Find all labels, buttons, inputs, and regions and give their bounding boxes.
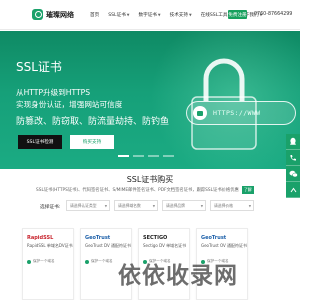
nav-item-ssl[interactable]: SSL证书 ▼ bbox=[108, 12, 129, 18]
hero-title: SSL证书 bbox=[16, 60, 62, 74]
carousel-dot[interactable] bbox=[148, 155, 159, 157]
card-product-name: Sectigo DV 单域名证书 bbox=[143, 243, 187, 248]
card-brand: GeoTrust bbox=[201, 235, 227, 241]
filter-label: 选择证书: bbox=[40, 205, 61, 210]
purchase-section-title: SSL证书购买 bbox=[126, 175, 174, 184]
card-brand: SECTIGO bbox=[143, 235, 168, 241]
https-text: HTTPS://WWW bbox=[213, 109, 261, 117]
nav-item-digital-cert[interactable]: 数字证书 ▼ bbox=[139, 12, 161, 18]
watermark-text: 依依收录网 bbox=[118, 263, 238, 289]
arrow-up-icon bbox=[290, 187, 296, 192]
chevron-down-icon: ▼ bbox=[157, 13, 161, 17]
padlock-illustration: HTTPS://WWW bbox=[178, 49, 298, 159]
chevron-down-icon: ▼ bbox=[200, 204, 203, 208]
https-address-bar: HTTPS://WWW bbox=[186, 101, 296, 125]
side-contact-bar bbox=[286, 134, 300, 198]
card-feature: 保护一个域名 bbox=[85, 259, 113, 264]
phone-contact-button[interactable] bbox=[286, 150, 300, 166]
chevron-down-icon: ▼ bbox=[126, 13, 130, 17]
hero-subtitle-3: 防篡改、防窃取、防流量劫持、防钓鱼 bbox=[16, 117, 170, 127]
qq-contact-button[interactable] bbox=[286, 134, 300, 150]
carousel-dot[interactable] bbox=[118, 155, 129, 157]
card-product-name: GeoTrust OV 通配符证书 bbox=[201, 243, 248, 248]
card-brand: RapidSSL bbox=[27, 235, 54, 241]
chevron-down-icon: ▼ bbox=[248, 204, 251, 208]
logo-icon bbox=[32, 9, 43, 20]
chevron-down-icon: ▼ bbox=[104, 204, 107, 208]
lock-icon bbox=[193, 106, 207, 120]
hero-subtitle-1: 从HTTP升级到HTTPS bbox=[16, 88, 91, 97]
carousel-dot[interactable] bbox=[133, 155, 144, 157]
phone-icon bbox=[290, 154, 296, 161]
nav-item-support[interactable]: 技术支持 ▼ bbox=[170, 12, 192, 18]
carousel-dot[interactable] bbox=[163, 155, 174, 157]
card-product-name: RapidSSL 单域名DV证书 bbox=[27, 243, 73, 248]
card-product-name: GeoTrust DV 通配符证书 bbox=[85, 243, 131, 248]
nav-item-ssl-tools[interactable]: 在线SSL工具▼ bbox=[201, 12, 231, 18]
check-icon bbox=[27, 259, 31, 264]
site-logo[interactable]: 璀璨网络 bbox=[32, 9, 74, 20]
chevron-down-icon: ▼ bbox=[152, 204, 155, 208]
top-header: 璀璨网络 首页 SSL证书▼ 数字证书▼ 技术支持▼ 在线SSL工具▼ 关于我们… bbox=[0, 0, 300, 30]
logo-text: 璀璨网络 bbox=[46, 10, 74, 19]
register-button[interactable]: 免费注册 bbox=[228, 10, 247, 19]
ssl-check-button[interactable]: SSL证书检测 bbox=[18, 135, 62, 149]
nav-item-home[interactable]: 首页 bbox=[90, 12, 99, 18]
carousel-indicators bbox=[118, 155, 174, 157]
check-icon bbox=[85, 259, 89, 264]
card-brand: GeoTrust bbox=[85, 235, 111, 241]
hero-subtitle-2: 实现身份认证，增强网站可信度 bbox=[16, 100, 123, 109]
buy-support-button[interactable]: 购买支持 bbox=[70, 135, 114, 149]
filter-cert-type[interactable]: 请选择认证类型 ▼ bbox=[66, 200, 110, 211]
product-card-rapidssl[interactable]: RapidSSL RapidSSL 单域名DV证书 保护一个域名 bbox=[22, 228, 74, 300]
filter-brand[interactable]: 请选择品牌 ▼ bbox=[162, 200, 206, 211]
filter-domain-count[interactable]: 请选择域名数 ▼ bbox=[114, 200, 158, 211]
card-feature: 保护一个域名 bbox=[27, 259, 55, 264]
qq-icon bbox=[290, 137, 296, 145]
filter-price[interactable]: 请选择价格 ▼ bbox=[210, 200, 254, 211]
contact-phone: 0760-87664299 bbox=[254, 12, 293, 17]
chevron-down-icon: ▼ bbox=[188, 13, 192, 17]
purchase-desc-text: SSL证书(HTTPS证书)、代码签名证书、S/MIME邮件签名证书、PDF文档… bbox=[36, 188, 239, 193]
hero-banner: SSL证书 从HTTP升级到HTTPS 实现身份认证，增强网站可信度 防篡改、防… bbox=[0, 31, 300, 169]
learn-more-badge[interactable]: 了解 bbox=[241, 186, 254, 194]
purchase-section-desc: SSL证书(HTTPS证书)、代码签名证书、S/MIME邮件签名证书、PDF文档… bbox=[36, 186, 266, 194]
